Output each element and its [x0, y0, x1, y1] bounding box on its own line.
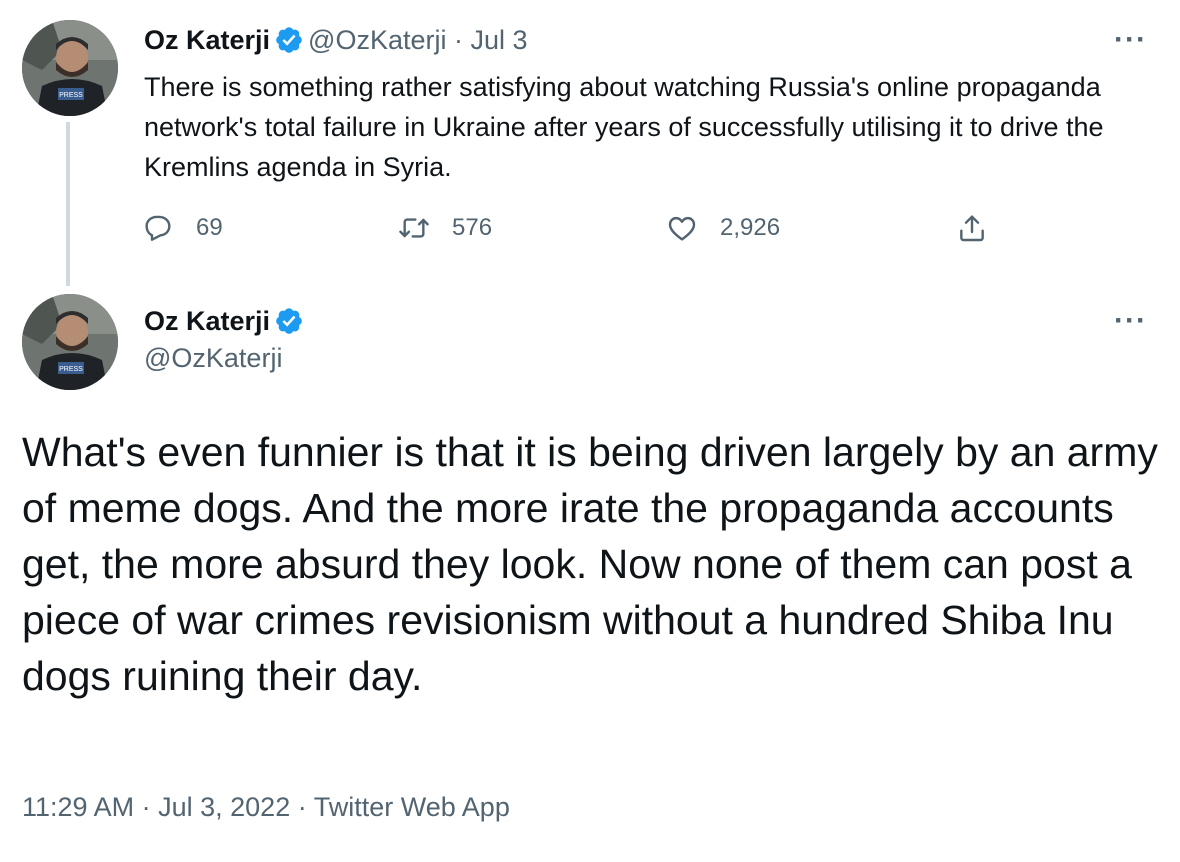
- retweet-count: 576: [452, 214, 493, 241]
- tweet-header: Oz Katerji @OzKaterji · Jul 3: [144, 23, 528, 57]
- like-icon: [668, 216, 696, 241]
- tweet-text: There is something rather satisfying abo…: [144, 72, 1104, 182]
- more-icon[interactable]: ···: [1114, 306, 1147, 336]
- reply-icon: [145, 215, 171, 241]
- tweet-header: Oz Katerji: [144, 304, 308, 338]
- author-name[interactable]: Oz Katerji: [144, 306, 270, 336]
- thread-line: [66, 122, 70, 286]
- avatar[interactable]: PRESS: [22, 294, 118, 390]
- separator-dot: ·: [141, 792, 151, 822]
- tweet-date[interactable]: Jul 3: [471, 25, 528, 55]
- verified-icon: [276, 27, 302, 53]
- like-count: 2,926: [720, 214, 781, 241]
- tweet-footer: 11:29 AM · Jul 3, 2022 · Twitter Web App: [22, 792, 510, 823]
- retweet-button[interactable]: 576: [398, 212, 492, 244]
- tweet-date[interactable]: Jul 3, 2022: [158, 792, 290, 822]
- svg-text:PRESS: PRESS: [59, 366, 83, 373]
- svg-text:PRESS: PRESS: [59, 92, 83, 99]
- tweet-source[interactable]: Twitter Web App: [314, 792, 510, 822]
- separator-dot: ·: [454, 25, 464, 55]
- share-button[interactable]: [956, 212, 1010, 244]
- reply-count: 69: [196, 214, 223, 241]
- author-name[interactable]: Oz Katerji: [144, 25, 270, 55]
- like-button[interactable]: 2,926: [666, 212, 780, 244]
- reply-button[interactable]: 69: [142, 212, 223, 244]
- tweet-text: What's even funnier is that it is being …: [22, 429, 1158, 699]
- verified-icon: [276, 308, 302, 334]
- author-handle[interactable]: @OzKaterji: [144, 343, 282, 374]
- author-handle[interactable]: @OzKaterji: [308, 25, 446, 55]
- avatar[interactable]: PRESS: [22, 20, 118, 116]
- separator-dot: ·: [297, 792, 307, 822]
- share-icon: [960, 215, 984, 242]
- tweet-time[interactable]: 11:29 AM: [22, 792, 134, 822]
- avatar-photo: PRESS: [22, 294, 118, 390]
- more-icon[interactable]: ···: [1114, 25, 1147, 55]
- retweet-icon: [399, 218, 429, 238]
- avatar-photo: PRESS: [22, 20, 118, 116]
